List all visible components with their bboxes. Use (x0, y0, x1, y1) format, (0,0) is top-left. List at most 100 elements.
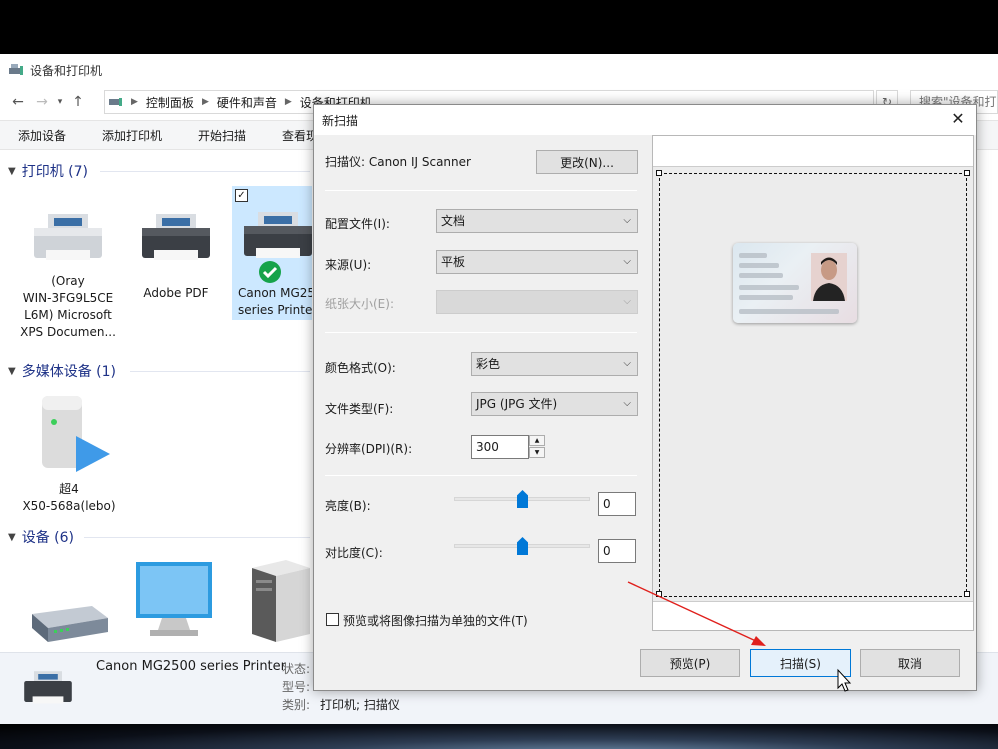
brightness-input[interactable]: 0 (598, 492, 636, 516)
printer-icon (142, 214, 210, 260)
separate-files-label: 预览或将图像扫描为单独的文件(T) (343, 614, 528, 628)
device-adobe-pdf[interactable]: Adobe PDF (128, 202, 224, 312)
profile-value: 文档 (441, 214, 466, 228)
device-label: Adobe PDF (143, 286, 209, 300)
device-canon-mg2500[interactable]: ✓ Canon MG25 series Printe (232, 186, 312, 320)
breadcrumb-hardware-sound[interactable]: 硬件和声音 (217, 94, 277, 111)
scanner-bed-preview (653, 166, 973, 602)
contrast-label: 对比度(C): (325, 546, 383, 560)
devices-printers-icon (9, 64, 23, 75)
profile-select[interactable]: 文档 ⌵ (436, 209, 638, 233)
control-panel-icon (109, 98, 122, 106)
window-title: 设备和打印机 (30, 63, 103, 78)
status-label: 状态: (282, 662, 311, 676)
explorer-titlebar: 设备和打印机 (0, 54, 998, 86)
section-divider (130, 371, 310, 372)
crop-selection[interactable] (659, 173, 967, 597)
back-arrow-icon[interactable]: ← (6, 94, 30, 110)
add-device-button[interactable]: 添加设备 (0, 127, 84, 144)
category-row: 类别: 打印机; 扫描仪 (282, 696, 400, 713)
spin-down-icon[interactable]: ▼ (529, 447, 545, 458)
contrast-slider-thumb[interactable] (517, 537, 528, 555)
cancel-button[interactable]: 取消 (860, 649, 960, 677)
section-devices-title: 设备 (6) (21, 530, 74, 546)
chevron-right-icon: ▶ (131, 97, 138, 107)
contrast-input[interactable]: 0 (598, 539, 636, 563)
router-icon[interactable] (22, 602, 112, 646)
section-devices[interactable]: ▼ 设备 (6) (8, 527, 74, 547)
chevron-down-icon: ▼ (8, 365, 16, 377)
scan-preview-pane (652, 135, 974, 631)
device-label: Canon MG25 series Printe (238, 286, 312, 317)
paper-size-label: 纸张大小(E): (325, 297, 394, 311)
redacted-text (739, 285, 799, 290)
portrait-photo (811, 253, 847, 301)
file-type-value: JPG (JPG 文件) (476, 397, 558, 411)
add-printer-button[interactable]: 添加打印机 (84, 127, 180, 144)
category-label: 类别: (282, 698, 311, 712)
model-label: 型号: (282, 680, 311, 694)
redacted-text (739, 263, 779, 268)
chevron-down-icon: ▼ (8, 165, 16, 177)
computer-tower-icon[interactable] (246, 558, 316, 644)
scan-button[interactable]: 扫描(S) (750, 649, 851, 677)
dialog-title: 新扫描 (322, 114, 359, 128)
preview-button[interactable]: 预览(P) (640, 649, 740, 677)
chevron-right-icon: ▶ (284, 97, 292, 107)
monitor-icon[interactable] (132, 558, 216, 644)
desktop-background-top (0, 0, 998, 54)
separator (325, 332, 637, 333)
close-icon[interactable]: ✕ (940, 105, 976, 135)
section-printers[interactable]: ▼ 打印机 (7) (8, 161, 88, 181)
source-select[interactable]: 平板 ⌵ (436, 250, 638, 274)
device-label: (Oray WIN-3FG9L5CE L6M) Microsoft XPS Do… (20, 274, 116, 339)
redacted-text (739, 273, 783, 278)
section-multimedia-title: 多媒体设备 (1) (21, 364, 116, 380)
color-format-value: 彩色 (476, 357, 501, 371)
chevron-down-icon: ⌵ (623, 215, 631, 226)
chevron-down-icon: ⌵ (623, 296, 631, 307)
selected-device-name: Canon MG2500 series Printer (96, 659, 286, 674)
chevron-down-icon: ⌵ (623, 398, 631, 409)
printer-icon (244, 212, 312, 258)
file-type-select[interactable]: JPG (JPG 文件) ⌵ (471, 392, 638, 416)
spin-up-icon[interactable]: ▲ (529, 435, 545, 446)
profile-label: 配置文件(I): (325, 217, 390, 231)
category-value: 打印机; 扫描仪 (320, 698, 400, 712)
chevron-down-icon: ⌵ (623, 256, 631, 267)
paper-size-select: ⌵ (436, 290, 638, 314)
section-divider (84, 537, 310, 538)
breadcrumb-control-panel[interactable]: 控制面板 (146, 94, 194, 111)
redacted-text (739, 309, 839, 314)
separator (325, 475, 637, 476)
resolution-input[interactable]: 300 (471, 435, 529, 459)
recent-chevron-down-icon[interactable]: ▾ (54, 97, 66, 107)
chevron-down-icon: ▼ (8, 531, 16, 543)
brightness-slider-thumb[interactable] (517, 490, 528, 508)
crop-handle[interactable] (964, 170, 970, 176)
device-xps-printer[interactable]: (Oray WIN-3FG9L5CE L6M) Microsoft XPS Do… (18, 202, 118, 352)
redacted-text (739, 253, 767, 258)
color-format-label: 颜色格式(O): (325, 361, 396, 375)
source-label: 来源(U): (325, 258, 372, 272)
resolution-spinner[interactable]: ▲ ▼ (529, 435, 545, 459)
crop-handle[interactable] (656, 170, 662, 176)
section-multimedia[interactable]: ▼ 多媒体设备 (1) (8, 361, 116, 381)
color-format-select[interactable]: 彩色 ⌵ (471, 352, 638, 376)
redacted-text (739, 295, 793, 300)
chevron-right-icon: ▶ (201, 97, 209, 107)
desktop-background-bottom (0, 724, 998, 749)
selection-checkbox[interactable]: ✓ (235, 189, 248, 202)
resolution-label: 分辨率(DPI)(R): (325, 442, 413, 456)
crop-handle[interactable] (656, 591, 662, 597)
file-type-label: 文件类型(F): (325, 402, 394, 416)
crop-handle[interactable] (964, 591, 970, 597)
start-scan-button[interactable]: 开始扫描 (180, 127, 264, 144)
separate-files-checkbox[interactable] (326, 613, 339, 626)
up-arrow-icon[interactable]: ↑ (66, 94, 90, 110)
printer-icon (24, 671, 72, 704)
change-scanner-button[interactable]: 更改(N)... (536, 150, 638, 174)
device-media-server[interactable]: 超4 X50-568a(lebo) (14, 390, 124, 520)
forward-arrow-icon[interactable]: → (30, 94, 54, 110)
source-value: 平板 (441, 255, 466, 269)
